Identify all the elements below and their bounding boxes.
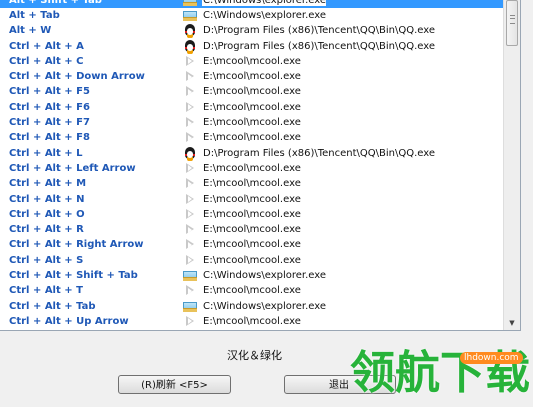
hotkey-row[interactable]: Ctrl + Alt + T E:\mcool\mcool.exe xyxy=(0,283,503,298)
hotkey-row[interactable]: Ctrl + Alt + Tab C:\Windows\explorer.exe xyxy=(0,298,503,313)
folder-icon xyxy=(182,300,198,313)
hotkey-rows: Alt + Shift + Tab C:\Windows\explorer.exe… xyxy=(0,0,503,329)
play-icon xyxy=(182,223,198,236)
hotkey-row[interactable]: Ctrl + Alt + F6 E:\mcool\mcool.exe xyxy=(0,100,503,115)
play-icon xyxy=(182,315,198,328)
hotkey-row[interactable]: Alt + W D:\Program Files (x86)\Tencent\QQ… xyxy=(0,23,503,38)
program-path: C:\Windows\explorer.exe xyxy=(203,269,327,281)
hotkey-combo: Ctrl + Alt + F7 xyxy=(9,117,90,129)
hotkey-row[interactable]: Ctrl + Alt + Left Arrow E:\mcool\mcool.ex… xyxy=(0,161,503,176)
hotkey-combo: Ctrl + Alt + Right Arrow xyxy=(9,239,144,251)
hotkey-combo: Ctrl + Alt + F6 xyxy=(9,101,90,113)
program-path: E:\mcool\mcool.exe xyxy=(203,178,301,190)
play-icon xyxy=(182,55,198,68)
hotkey-combo: Ctrl + Alt + L xyxy=(9,147,83,159)
hotkey-combo: Ctrl + Alt + Down Arrow xyxy=(9,71,145,83)
hotkey-row[interactable]: Ctrl + Alt + F7 E:\mcool\mcool.exe xyxy=(0,115,503,130)
play-icon xyxy=(182,85,198,98)
penguin-icon xyxy=(182,146,198,160)
play-icon xyxy=(182,254,198,267)
hotkey-combo: Alt + W xyxy=(9,25,52,37)
penguin-icon xyxy=(182,24,198,37)
program-path: E:\mcool\mcool.exe xyxy=(203,193,301,205)
program-path: E:\mcool\mcool.exe xyxy=(203,86,301,98)
program-path: E:\mcool\mcool.exe xyxy=(203,285,301,297)
play-icon xyxy=(182,162,198,175)
hotkey-row[interactable]: Ctrl + Alt + N E:\mcool\mcool.exe xyxy=(0,191,503,206)
hotkey-combo: Alt + Tab xyxy=(9,9,60,21)
play-icon xyxy=(182,70,198,83)
grip-icon xyxy=(510,15,515,24)
hotkey-list[interactable]: Alt + Shift + Tab C:\Windows\explorer.exe… xyxy=(0,0,521,331)
hotkey-row[interactable]: Ctrl + Alt + A D:\Program Files (x86)\Ten… xyxy=(0,38,503,53)
program-path: C:\Windows\explorer.exe xyxy=(203,300,327,312)
hotkey-row[interactable]: Ctrl + Alt + L D:\Program Files (x86)\Ten… xyxy=(0,145,503,160)
hotkey-combo: Ctrl + Alt + A xyxy=(9,40,84,52)
play-icon xyxy=(182,238,198,251)
hotkey-row[interactable]: Ctrl + Alt + Shift + Tab C:\Windows\explo… xyxy=(0,268,503,283)
program-path: C:\Windows\explorer.exe xyxy=(203,9,327,21)
play-icon xyxy=(182,208,198,221)
program-path: E:\mcool\mcool.exe xyxy=(203,71,301,83)
credit-text: 汉化＆绿化 xyxy=(227,349,282,362)
hotkey-combo: Ctrl + Alt + Up Arrow xyxy=(9,315,129,327)
hotkey-combo: Ctrl + Alt + F5 xyxy=(9,86,90,98)
scroll-down-arrow-icon[interactable]: ▼ xyxy=(507,318,517,328)
hotkey-combo: Ctrl + Alt + Left Arrow xyxy=(9,162,136,174)
folder-icon xyxy=(182,269,198,282)
hotkey-combo: Ctrl + Alt + R xyxy=(9,224,84,236)
hotkey-row[interactable]: Ctrl + Alt + Up Arrow E:\mcool\mcool.exe xyxy=(0,314,503,329)
hotkey-row[interactable]: Ctrl + Alt + F8 E:\mcool\mcool.exe xyxy=(0,130,503,145)
play-icon xyxy=(182,284,198,297)
hotkey-row[interactable]: Ctrl + Alt + O E:\mcool\mcool.exe xyxy=(0,207,503,222)
hotkey-combo: Ctrl + Alt + C xyxy=(9,55,84,67)
program-path: E:\mcool\mcool.exe xyxy=(203,117,301,129)
vertical-scrollbar[interactable]: ▼ xyxy=(503,0,520,330)
hotkey-combo: Ctrl + Alt + Tab xyxy=(9,300,96,312)
hotkey-row[interactable]: Ctrl + Alt + C E:\mcool\mcool.exe xyxy=(0,54,503,69)
program-path: E:\mcool\mcool.exe xyxy=(203,101,301,113)
hotkey-row[interactable]: Alt + Tab C:\Windows\explorer.exe xyxy=(0,8,503,23)
refresh-button[interactable]: (R)刷新 <F5> xyxy=(118,375,231,394)
play-icon xyxy=(182,177,198,190)
hotkey-combo: Ctrl + Alt + T xyxy=(9,285,83,297)
play-icon xyxy=(182,101,198,114)
hotkey-row[interactable]: Ctrl + Alt + R E:\mcool\mcool.exe xyxy=(0,222,503,237)
program-path: E:\mcool\mcool.exe xyxy=(203,55,301,67)
program-path: C:\Windows\explorer.exe xyxy=(202,0,327,6)
program-path: D:\Program Files (x86)\Tencent\QQ\Bin\QQ… xyxy=(203,40,436,52)
hotkey-row[interactable]: Ctrl + Alt + Right Arrow E:\mcool\mcool.e… xyxy=(0,237,503,252)
program-path: E:\mcool\mcool.exe xyxy=(203,208,301,220)
hotkey-row[interactable]: Ctrl + Alt + S E:\mcool\mcool.exe xyxy=(0,253,503,268)
hotkey-combo: Ctrl + Alt + O xyxy=(9,208,85,220)
program-path: E:\mcool\mcool.exe xyxy=(203,315,301,327)
program-path: D:\Program Files (x86)\Tencent\QQ\Bin\QQ… xyxy=(203,147,436,159)
program-path: E:\mcool\mcool.exe xyxy=(203,254,301,266)
hotkey-combo: Ctrl + Alt + N xyxy=(9,193,85,205)
hotkey-row[interactable]: Alt + Shift + Tab C:\Windows\explorer.exe xyxy=(0,0,503,8)
hotkey-row[interactable]: Ctrl + Alt + M E:\mcool\mcool.exe xyxy=(0,176,503,191)
program-path: E:\mcool\mcool.exe xyxy=(203,224,301,236)
hotkey-row[interactable]: Ctrl + Alt + Down Arrow E:\mcool\mcool.ex… xyxy=(0,69,503,84)
hotkey-combo: Ctrl + Alt + Shift + Tab xyxy=(9,269,138,281)
folder-icon xyxy=(182,9,198,22)
program-path: E:\mcool\mcool.exe xyxy=(203,239,301,251)
play-icon xyxy=(182,193,198,206)
folder-icon xyxy=(182,0,198,7)
program-path: D:\Program Files (x86)\Tencent\QQ\Bin\QQ… xyxy=(203,25,436,37)
scrollbar-thumb[interactable] xyxy=(506,0,518,46)
hotkey-combo: Alt + Shift + Tab xyxy=(9,0,102,6)
hotkey-combo: Ctrl + Alt + F8 xyxy=(9,132,90,144)
hotkey-combo: Ctrl + Alt + S xyxy=(9,254,84,266)
program-path: E:\mcool\mcool.exe xyxy=(203,132,301,144)
hotkey-row[interactable]: Ctrl + Alt + F5 E:\mcool\mcool.exe xyxy=(0,84,503,99)
watermark-url: lhdown.com xyxy=(460,352,523,364)
play-icon xyxy=(182,116,198,129)
hotkey-combo: Ctrl + Alt + M xyxy=(9,178,87,190)
play-icon xyxy=(182,131,198,144)
penguin-icon xyxy=(182,39,198,53)
program-path: E:\mcool\mcool.exe xyxy=(203,162,301,174)
